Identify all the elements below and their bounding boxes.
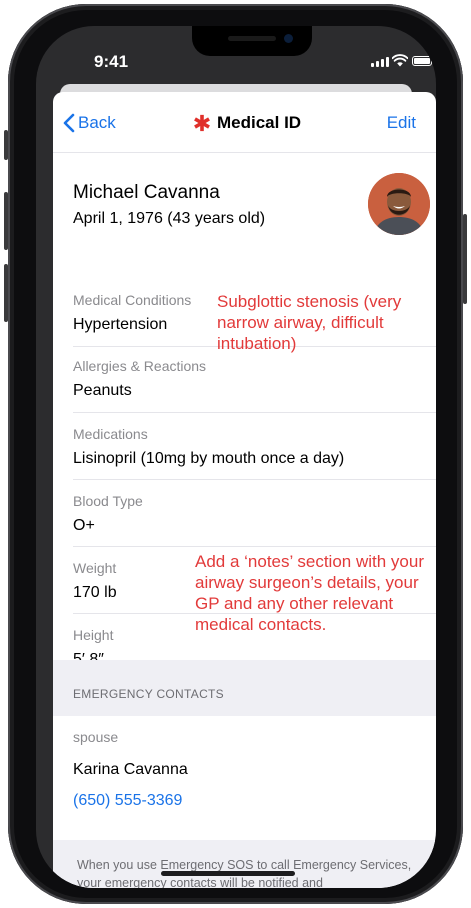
contact-phone-link[interactable]: (650) 555-3369 (73, 792, 182, 810)
profile-name: Michael Cavanna (73, 182, 220, 203)
divider (73, 479, 436, 480)
medical-star-icon (194, 114, 210, 132)
chevron-left-icon (63, 113, 75, 133)
profile-birthdate: April 1, 1976 (43 years old) (73, 210, 266, 227)
status-bar: 9:41 (36, 26, 436, 86)
home-indicator[interactable] (161, 871, 295, 876)
edit-button[interactable]: Edit (387, 113, 416, 133)
notes-annotation: Add a ‘notes’ section with your airway s… (195, 552, 424, 634)
battery-icon (412, 56, 435, 66)
avatar-portrait (368, 173, 430, 235)
back-label: Back (78, 113, 116, 132)
phone-frame: 9:41 Back Medical ID Edit Michael Cavann… (4, 4, 467, 904)
navigation-bar: Back Medical ID Edit (53, 92, 436, 153)
allergies-label: Allergies & Reactions (73, 358, 207, 374)
wifi-icon (392, 54, 408, 67)
allergies-value: Peanuts (73, 382, 132, 399)
conditions-annotation: Subglottic stenosis (very narrow airway,… (217, 292, 402, 353)
contact-name: Karina Cavanna (73, 761, 188, 778)
notch (192, 26, 312, 56)
front-camera (284, 34, 293, 43)
blood-type-label: Blood Type (73, 493, 143, 509)
avatar (368, 173, 430, 235)
divider (73, 412, 436, 413)
signal-icon (371, 57, 389, 67)
medical-id-sheet: Back Medical ID Edit Michael Cavanna Apr… (53, 92, 436, 888)
weight-label: Weight (73, 560, 117, 576)
side-button-volume-up (4, 192, 8, 250)
medical-conditions-value: Hypertension (73, 316, 168, 333)
back-button[interactable]: Back (63, 113, 116, 133)
medications-value: Lisinopril (10mg by mouth once a day) (73, 450, 345, 467)
contact-relationship: spouse (73, 729, 119, 745)
title-text: Medical ID (217, 113, 302, 132)
blood-type-value: O+ (73, 517, 95, 534)
weight-value: 170 lb (73, 584, 117, 601)
speaker-grille (228, 36, 276, 41)
medications-label: Medications (73, 426, 148, 442)
emergency-contacts-header: EMERGENCY CONTACTS (73, 687, 224, 701)
page-title: Medical ID (193, 113, 301, 133)
status-time: 9:41 (94, 52, 129, 71)
side-button-volume-down (4, 264, 8, 322)
medical-conditions-label: Medical Conditions (73, 292, 192, 308)
side-button-power (463, 214, 467, 304)
screen: 9:41 Back Medical ID Edit Michael Cavann… (36, 26, 436, 888)
divider (73, 546, 436, 547)
side-button-action (4, 130, 8, 160)
height-label: Height (73, 627, 114, 643)
